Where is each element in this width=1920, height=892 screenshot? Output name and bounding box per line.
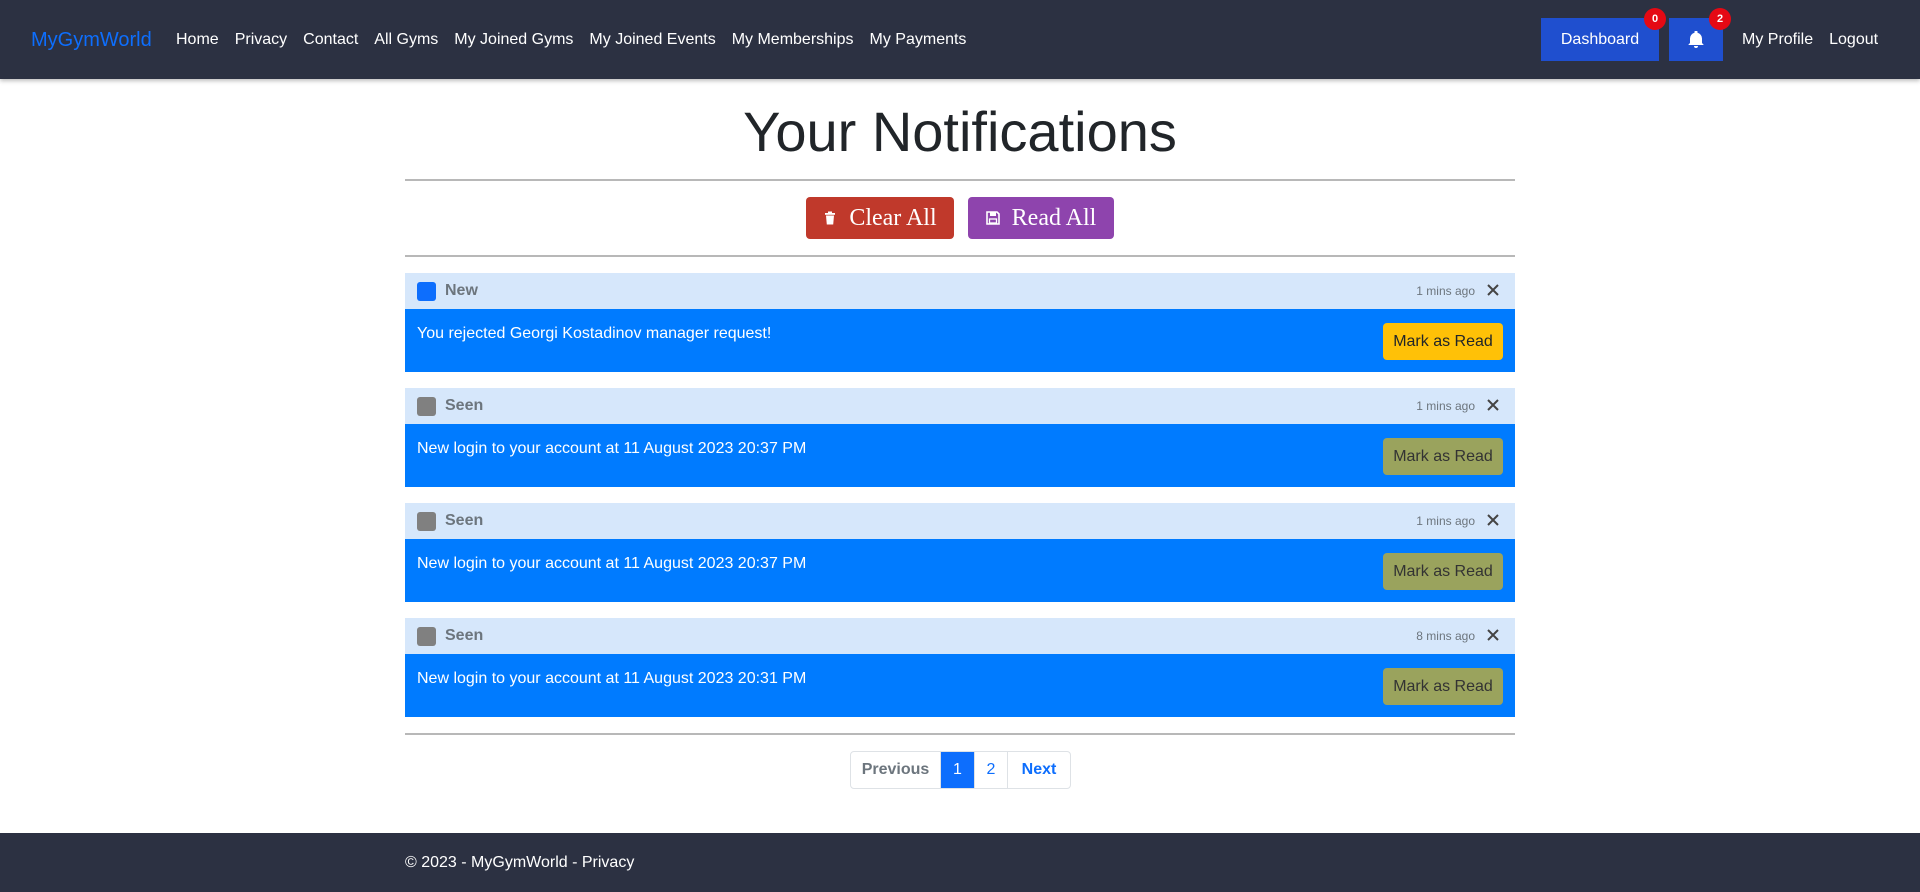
pagination-previous[interactable]: Previous xyxy=(851,752,941,788)
pagination-page-2[interactable]: 2 xyxy=(975,752,1008,788)
notification-card: Seen 8 mins ago New login to your accoun… xyxy=(405,618,1515,717)
footer-privacy-link[interactable]: Privacy xyxy=(582,854,634,871)
notification-time: 1 mins ago xyxy=(1416,514,1475,528)
close-icon[interactable] xyxy=(1485,627,1501,643)
divider xyxy=(405,179,1515,181)
nav-link-logout[interactable]: Logout xyxy=(1829,30,1878,50)
notification-body: New login to your account at 11 August 2… xyxy=(405,539,1515,602)
notification-card: Seen 1 mins ago New login to your accoun… xyxy=(405,388,1515,487)
close-icon[interactable] xyxy=(1485,397,1501,413)
save-icon xyxy=(985,211,1000,225)
notification-status: Seen xyxy=(445,627,484,644)
pagination-page-1[interactable]: 1 xyxy=(941,752,975,788)
notification-message: You rejected Georgi Kostadinov manager r… xyxy=(417,325,772,342)
top-navbar: MyGymWorld Home Privacy Contact All Gyms… xyxy=(0,0,1920,79)
nav-link-home[interactable]: Home xyxy=(176,30,219,50)
nav-link-my-joined-events[interactable]: My Joined Events xyxy=(589,30,715,50)
nav-link-my-joined-gyms[interactable]: My Joined Gyms xyxy=(454,30,573,50)
clear-all-label: Clear All xyxy=(849,204,937,231)
read-all-button[interactable]: Read All xyxy=(968,197,1114,239)
bell-icon xyxy=(1688,31,1704,48)
page-title: Your Notifications xyxy=(743,100,1177,163)
close-icon[interactable] xyxy=(1485,282,1501,298)
notification-card: Seen 1 mins ago New login to your accoun… xyxy=(405,503,1515,602)
mark-as-read-button[interactable]: Mark as Read xyxy=(1383,553,1503,590)
nav-links: Home Privacy Contact All Gyms My Joined … xyxy=(176,30,982,50)
nav-link-privacy[interactable]: Privacy xyxy=(235,30,287,50)
divider xyxy=(405,255,1515,257)
nav-link-my-memberships[interactable]: My Memberships xyxy=(732,30,854,50)
notification-header: Seen 1 mins ago xyxy=(405,503,1515,539)
notification-header: New 1 mins ago xyxy=(405,273,1515,309)
dashboard-count-badge: 0 xyxy=(1644,8,1666,30)
notification-time: 1 mins ago xyxy=(1416,284,1475,298)
footer-copyright: © 2023 - MyGymWorld - xyxy=(405,854,582,871)
user-links: My Profile Logout xyxy=(1742,30,1894,50)
mark-as-read-button[interactable]: Mark as Read xyxy=(1383,668,1503,705)
notification-message: New login to your account at 11 August 2… xyxy=(417,440,807,457)
nav-link-my-profile[interactable]: My Profile xyxy=(1742,30,1813,50)
notification-message: New login to your account at 11 August 2… xyxy=(417,555,807,572)
notification-status: Seen xyxy=(445,512,484,529)
pagination: Previous 1 2 Next xyxy=(850,751,1071,789)
nav-link-my-payments[interactable]: My Payments xyxy=(870,30,967,50)
notification-header: Seen 8 mins ago xyxy=(405,618,1515,654)
trash-icon xyxy=(825,211,836,225)
notification-body: New login to your account at 11 August 2… xyxy=(405,424,1515,487)
notification-header: Seen 1 mins ago xyxy=(405,388,1515,424)
nav-link-all-gyms[interactable]: All Gyms xyxy=(374,30,438,50)
dashboard-button[interactable]: Dashboard xyxy=(1541,18,1659,61)
notification-message: New login to your account at 11 August 2… xyxy=(417,670,807,687)
clear-all-button[interactable]: Clear All xyxy=(806,197,954,239)
notification-time: 1 mins ago xyxy=(1416,399,1475,413)
mark-as-read-button[interactable]: Mark as Read xyxy=(1383,323,1503,360)
footer-text: © 2023 - MyGymWorld - Privacy xyxy=(405,853,634,873)
nav-link-contact[interactable]: Contact xyxy=(303,30,358,50)
mark-as-read-button[interactable]: Mark as Read xyxy=(1383,438,1503,475)
status-square-icon xyxy=(417,627,436,646)
read-all-label: Read All xyxy=(1011,204,1097,231)
status-square-icon xyxy=(417,397,436,416)
notification-body: You rejected Georgi Kostadinov manager r… xyxy=(405,309,1515,372)
status-square-icon xyxy=(417,282,436,301)
divider xyxy=(405,733,1515,735)
close-icon[interactable] xyxy=(1485,512,1501,528)
notifications-count-badge: 2 xyxy=(1709,8,1731,30)
brand-logo-link[interactable]: MyGymWorld xyxy=(31,28,152,52)
notification-card: New 1 mins ago You rejected Georgi Kosta… xyxy=(405,273,1515,372)
notification-status: Seen xyxy=(445,397,484,414)
notification-body: New login to your account at 11 August 2… xyxy=(405,654,1515,717)
status-square-icon xyxy=(417,512,436,531)
notification-time: 8 mins ago xyxy=(1416,629,1475,643)
footer: © 2023 - MyGymWorld - Privacy xyxy=(0,833,1920,892)
notification-status: New xyxy=(445,282,478,299)
pagination-next[interactable]: Next xyxy=(1008,752,1070,788)
